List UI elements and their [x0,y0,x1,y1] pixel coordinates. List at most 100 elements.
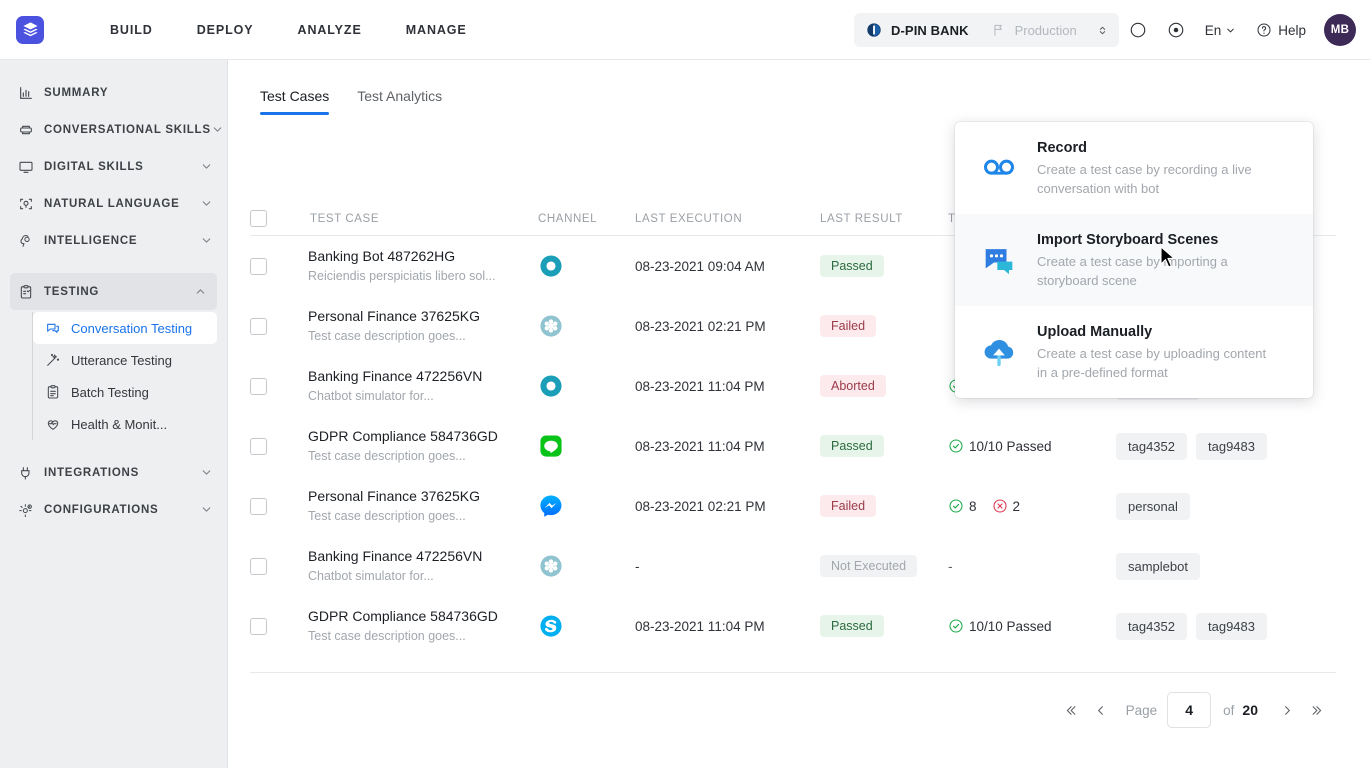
tag-chip[interactable]: personal [1116,493,1190,520]
sidebar-spacer [0,259,227,273]
result-count-value: 8 [969,499,977,514]
table-row[interactable]: Personal Finance 37625KGTest case descri… [250,476,1336,536]
dropdown-item-title: Import Storyboard Scenes [1037,231,1277,249]
sidebar-item-utterance-testing[interactable]: Utterance Testing [33,344,217,376]
nav-item-manage[interactable]: MANAGE [384,23,489,37]
sidebar-item-conversational-skills[interactable]: CONVERSATIONAL SKILLS [0,111,227,148]
layers-logo-icon[interactable] [16,16,44,44]
column-test-case[interactable]: TEST CASE [310,213,379,225]
tag-chip[interactable]: tag4352 [1116,613,1187,640]
row-checkbox[interactable] [250,536,267,596]
pagination-prev-button[interactable] [1086,693,1116,727]
tag-chip[interactable]: samplebot [1116,553,1200,580]
row-checkbox[interactable] [250,296,267,356]
pagination-next-button[interactable] [1272,693,1302,727]
test-case-cell[interactable]: Banking Bot 487262HGReiciendis perspicia… [308,236,496,296]
sidebar-item-label: Conversation Testing [71,321,192,336]
circle-icon[interactable] [1119,10,1157,50]
sidebar-item-label: TESTING [44,286,194,298]
dropdown-item-description: Create a test case by uploading content … [1037,345,1277,382]
teal-ring-channel-icon [538,253,564,279]
table-row[interactable]: Banking Finance 472256VNChatbot simulato… [250,536,1336,596]
chevron-updown-icon[interactable] [1096,24,1109,37]
row-checkbox[interactable] [250,356,267,416]
sidebar-item-conversation-testing[interactable]: Conversation Testing [33,312,217,344]
language-selector[interactable]: En [1195,23,1245,38]
test-case-cell[interactable]: Personal Finance 37625KGTest case descri… [308,476,480,536]
sidebar-item-batch-testing[interactable]: Batch Testing [33,376,217,408]
select-all-checkbox[interactable] [250,210,267,227]
sidebar-item-health-monitoring[interactable]: Health & Monit... [33,408,217,440]
tag-chip[interactable]: tag9483 [1196,613,1267,640]
test-case-name: Banking Bot 487262HG [308,248,496,265]
chevron-down-icon [211,123,224,136]
help-button[interactable]: Help [1244,22,1318,38]
status-badge: Passed [820,435,884,458]
row-checkbox[interactable] [250,236,267,296]
chevron-up-icon [194,285,207,298]
test-case-name: GDPR Compliance 584736GD [308,608,498,625]
tab-test-cases[interactable]: Test Cases [260,88,343,115]
pagination-page-input[interactable]: 4 [1167,692,1211,728]
sidebar-item-integrations[interactable]: INTEGRATIONS [0,454,227,491]
magic-wand-icon [45,352,71,368]
sidebar-item-intelligence[interactable]: INTELLIGENCE [0,222,227,259]
bot-selector[interactable]: D-PIN BANK Production [854,13,1119,47]
result-count: 10/10 Passed [948,618,1052,634]
mouse-cursor [1160,246,1177,270]
storyboard-chat-icon [977,230,1021,290]
row-checkbox[interactable] [250,476,267,536]
table-row[interactable]: GDPR Compliance 584736GDTest case descri… [250,416,1336,476]
language-label: En [1205,23,1222,38]
result-count-value: 2 [1013,499,1021,514]
double-chevron-left-icon [1063,703,1078,718]
messenger-channel-icon [538,493,564,519]
test-case-cell[interactable]: GDPR Compliance 584736GDTest case descri… [308,596,498,656]
sidebar-item-digital-skills[interactable]: DIGITAL SKILLS [0,148,227,185]
nav-item-deploy[interactable]: DEPLOY [175,23,276,37]
test-results-cell: 82 [948,476,1029,536]
pagination-last-button[interactable] [1302,693,1332,727]
gear-cog-icon [18,502,44,518]
heart-pulse-icon [45,416,71,432]
avatar[interactable]: MB [1324,14,1356,46]
column-channel[interactable]: CHANNEL [538,213,597,225]
tab-test-analytics[interactable]: Test Analytics [343,88,456,115]
dropdown-item-record[interactable]: Record Create a test case by recording a… [955,122,1313,214]
row-checkbox[interactable] [250,596,267,656]
sidebar: SUMMARY CONVERSATIONAL SKILLS DIGITAL SK… [0,60,228,768]
brain-icon [18,233,44,249]
nav-item-analyze[interactable]: ANALYZE [276,23,384,37]
tag-chip[interactable]: tag9483 [1196,433,1267,460]
tag-chip[interactable]: tag4352 [1116,433,1187,460]
row-checkbox[interactable] [250,416,267,476]
dropdown-item-upload-manually[interactable]: Upload Manually Create a test case by up… [955,306,1313,398]
nav-item-build[interactable]: BUILD [88,23,175,37]
dropdown-item-import-storyboard-scenes[interactable]: Import Storyboard Scenes Create a test c… [955,214,1313,306]
last-result-cell: Not Executed [820,536,917,596]
dropdown-item-description: Create a test case by recording a live c… [1037,161,1277,198]
sidebar-item-testing[interactable]: TESTING [10,273,217,310]
target-icon[interactable] [1157,10,1195,50]
chevron-down-icon [200,160,213,173]
sidebar-item-summary[interactable]: SUMMARY [0,74,227,111]
sidebar-item-label: SUMMARY [44,87,213,99]
status-badge: Passed [820,615,884,638]
channel-cell [538,476,564,536]
column-last-execution[interactable]: LAST EXECUTION [635,213,742,225]
pagination-first-button[interactable] [1056,693,1086,727]
test-results-cell: - [948,536,953,596]
result-count: 2 [992,498,1021,514]
test-case-cell[interactable]: Personal Finance 37625KGTest case descri… [308,296,480,356]
test-case-cell[interactable]: GDPR Compliance 584736GDTest case descri… [308,416,498,476]
sidebar-item-natural-language[interactable]: NATURAL LANGUAGE [0,185,227,222]
test-case-description: Test case description goes... [308,329,480,344]
table-row[interactable]: GDPR Compliance 584736GDTest case descri… [250,596,1336,656]
test-case-cell[interactable]: Banking Finance 472256VNChatbot simulato… [308,356,482,416]
chart-bar-icon [18,85,44,101]
test-case-cell[interactable]: Banking Finance 472256VNChatbot simulato… [308,536,482,596]
tags-cell: tag4352 tag9483 [1116,416,1276,476]
column-last-result[interactable]: LAST RESULT [820,213,903,225]
sidebar-item-configurations[interactable]: CONFIGURATIONS [0,491,227,528]
channel-cell [538,356,564,416]
